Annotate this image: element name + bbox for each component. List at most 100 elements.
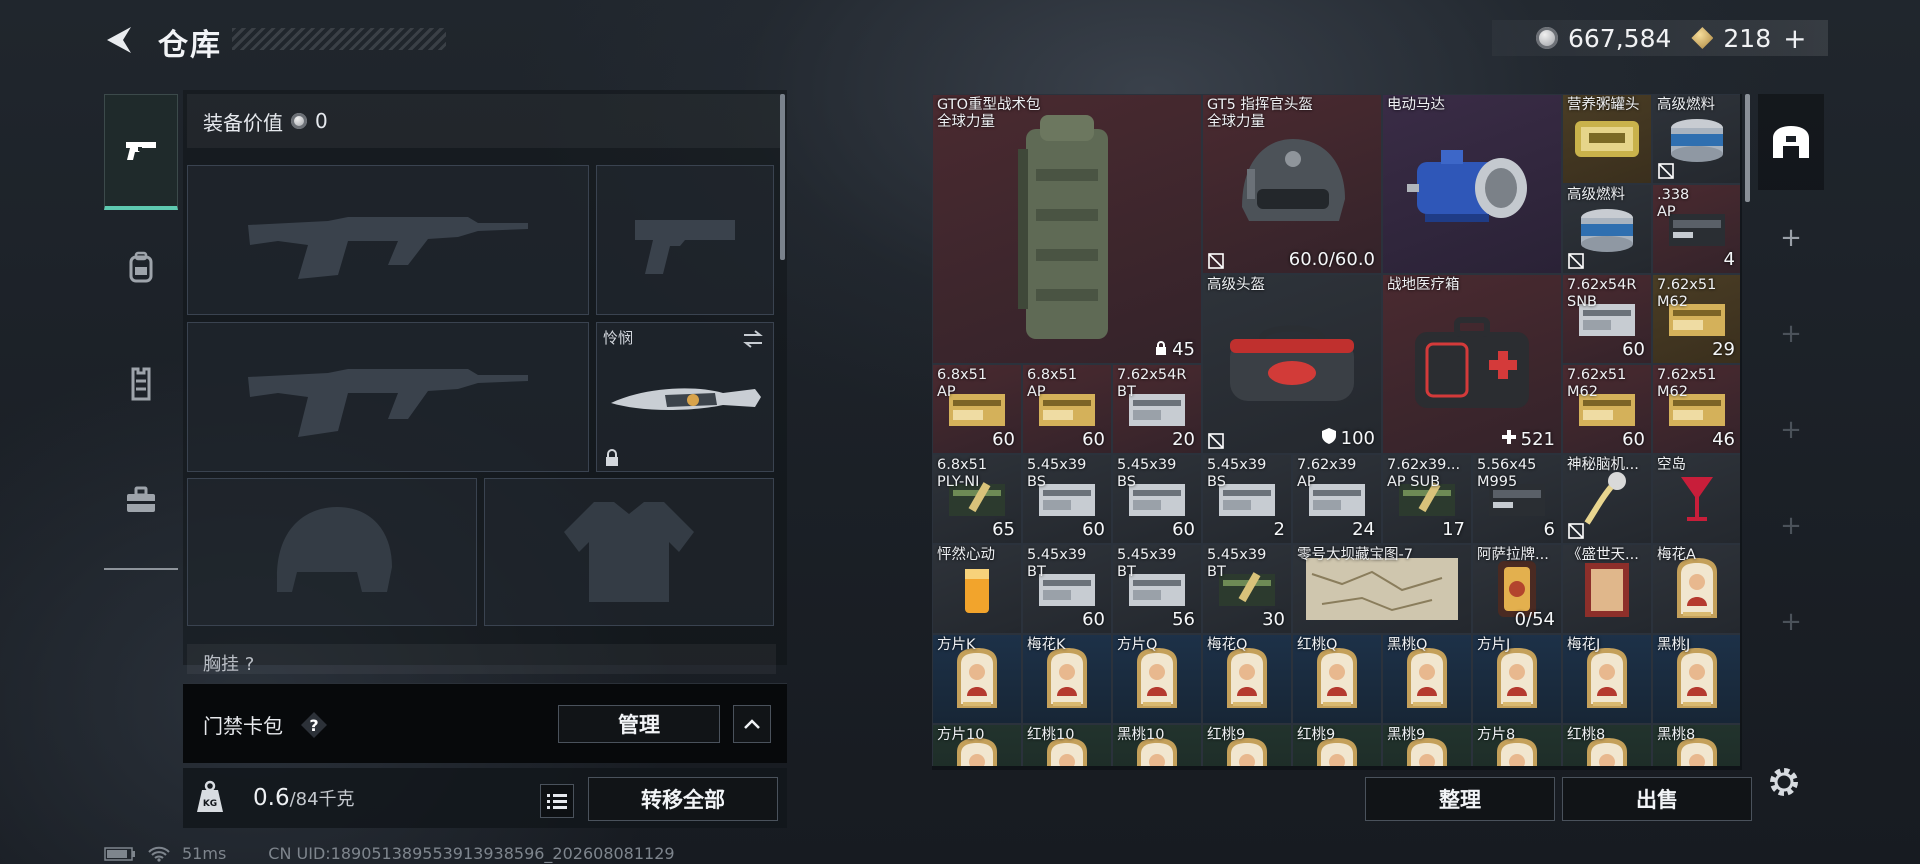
not-sellable-icon (1658, 163, 1674, 179)
add-storage-tab-button[interactable]: + (1758, 574, 1824, 670)
inventory-item[interactable]: 6.8x51 AP 60 (1022, 364, 1112, 454)
inventory-item[interactable]: 营养粥罐头 (1562, 94, 1652, 184)
inventory-item[interactable]: 高级头盔 100 (1202, 274, 1382, 454)
secondary-weapon-slot[interactable] (187, 322, 589, 472)
inventory-item[interactable]: 红桃9 (1202, 724, 1292, 766)
vest-tab[interactable] (104, 326, 178, 442)
inventory-item[interactable]: 黑桃8 (1652, 724, 1740, 766)
inventory-item[interactable]: 6.8x51 PLY-NI 65 (932, 454, 1022, 544)
inventory-item[interactable]: 梅花K (1022, 634, 1112, 724)
inventory-item[interactable]: 方片J (1472, 634, 1562, 724)
inventory-item[interactable]: 电动马达 (1382, 94, 1562, 274)
inventory-item[interactable]: 空岛 (1652, 454, 1740, 544)
inventory-item[interactable]: 方片K (932, 634, 1022, 724)
add-currency-button[interactable]: + (1783, 22, 1806, 55)
inventory-item[interactable]: GT5 指挥官头盔 全球力量 60.0/60.0 (1202, 94, 1382, 274)
inventory-item[interactable]: 《盛世天... (1562, 544, 1652, 634)
inventory-item[interactable]: 5.45x39 BS 60 (1112, 454, 1202, 544)
armor-slot[interactable] (484, 478, 774, 626)
item-name: 方片K (937, 637, 976, 653)
inventory-scrollbar[interactable] (1745, 94, 1750, 202)
item-name: 红桃10 (1027, 727, 1075, 743)
add-storage-tab-button[interactable]: + (1758, 286, 1824, 382)
inventory-item[interactable]: 高级燃料 (1652, 94, 1740, 184)
inventory-item[interactable]: 零号大坝藏宝图-7 (1292, 544, 1472, 634)
inventory-item[interactable]: 5.45x39 BS 2 (1202, 454, 1292, 544)
helmet-slot[interactable] (187, 478, 477, 626)
help-button[interactable]: ? (300, 711, 328, 739)
inventory-item[interactable]: 方片Q (1112, 634, 1202, 724)
gear-tab[interactable] (104, 210, 178, 326)
inventory-item[interactable]: 红桃9 (1292, 724, 1382, 766)
inventory-item[interactable]: 5.45x39 BS 60 (1022, 454, 1112, 544)
manage-button[interactable]: 管理 (558, 705, 720, 743)
inventory-item[interactable]: 7.62x51 M62 29 (1652, 274, 1740, 364)
sidearm-slot[interactable] (596, 165, 774, 315)
inventory-item[interactable]: 7.62x54R SNB 60 (1562, 274, 1652, 364)
inventory-item[interactable]: 5.56x45 M995 6 (1472, 454, 1562, 544)
inventory-item[interactable]: .338 AP 4 (1652, 184, 1740, 274)
collapse-button[interactable] (733, 705, 771, 743)
inventory-item[interactable]: 方片10 (932, 724, 1022, 766)
storage-tab-main[interactable] (1758, 94, 1824, 190)
inventory-item[interactable]: GTO重型战术包 全球力量 45 (932, 94, 1202, 364)
item-name: 5.56x45 M995 (1477, 457, 1537, 490)
inventory-item[interactable]: 高级燃料 (1562, 184, 1652, 274)
transfer-all-button[interactable]: 转移全部 (588, 777, 778, 821)
inventory-item[interactable]: 7.62x39... AP SUB 17 (1382, 454, 1472, 544)
inventory-item[interactable]: 黑桃10 (1112, 724, 1202, 766)
inventory-item[interactable]: 5.45x39 BT 56 (1112, 544, 1202, 634)
page-title: 仓库 (158, 28, 222, 63)
inventory-item[interactable]: 红桃10 (1022, 724, 1112, 766)
inventory-item[interactable]: 5.45x39 BT 30 (1202, 544, 1292, 634)
inventory-item[interactable]: 神秘脑机... (1562, 454, 1652, 544)
item-name: 梅花A (1657, 547, 1696, 563)
pistol-icon (126, 141, 156, 160)
inventory-item[interactable]: 6.8x51 AP 60 (932, 364, 1022, 454)
melee-slot[interactable]: 怜悯 (596, 322, 774, 472)
inventory-item[interactable]: 7.62x51 M62 46 (1652, 364, 1740, 454)
inventory-item[interactable]: 5.45x39 BT 60 (1022, 544, 1112, 634)
equipment-scrollbar[interactable] (780, 94, 785, 260)
inventory-item[interactable]: 梅花J (1562, 634, 1652, 724)
inventory-item[interactable]: 黑桃Q (1382, 634, 1472, 724)
back-button[interactable] (100, 22, 136, 58)
inventory-item[interactable]: 方片8 (1472, 724, 1562, 766)
inventory-item[interactable]: 梅花A (1652, 544, 1740, 634)
uid-readout: CN UID:189051389553913938596_20260808112… (268, 844, 675, 863)
gear-icon[interactable] (1766, 764, 1802, 800)
sell-button[interactable]: 出售 (1562, 777, 1752, 821)
item-name: 黑桃8 (1657, 727, 1696, 743)
add-storage-tab-button[interactable]: + (1758, 190, 1824, 286)
inventory-item[interactable]: 怦然心动 (932, 544, 1022, 634)
inventory-item[interactable]: 红桃Q (1292, 634, 1382, 724)
inventory-item[interactable]: 黑桃9 (1382, 724, 1472, 766)
status-bar: 51ms CN UID:189051389553913938596_202608… (104, 844, 675, 863)
rifle-silhouette-icon (248, 369, 528, 437)
sort-button[interactable]: 整理 (1365, 777, 1555, 821)
item-name: 5.45x39 BS (1027, 457, 1087, 490)
inventory-item[interactable]: 梅花Q (1202, 634, 1292, 724)
inventory-item[interactable]: 7.62x54R BT 20 (1112, 364, 1202, 454)
add-storage-tab-button[interactable]: + (1758, 382, 1824, 478)
add-storage-tab-button[interactable]: + (1758, 478, 1824, 574)
item-count: 60.0/60.0 (1288, 249, 1375, 270)
inventory-item[interactable]: 7.62x39 AP 24 (1292, 454, 1382, 544)
item-count: 2 (1273, 519, 1285, 540)
inventory-item[interactable]: 战地医疗箱 521 (1382, 274, 1562, 454)
inventory-item[interactable]: 7.62x51 M62 60 (1562, 364, 1652, 454)
toolbox-tab[interactable] (104, 442, 178, 558)
item-name: 方片8 (1477, 727, 1516, 743)
item-count: 17 (1442, 519, 1465, 540)
item-name: 方片Q (1117, 637, 1158, 653)
item-name: 红桃9 (1297, 727, 1336, 743)
primary-weapon-slot[interactable] (187, 165, 589, 315)
weight-capacity: /84千克 (289, 789, 355, 810)
item-name: 7.62x54R BT (1117, 367, 1187, 400)
inventory-item[interactable]: 阿萨拉牌... 0/54 (1472, 544, 1562, 634)
weapons-tab[interactable] (104, 94, 178, 210)
inventory-item[interactable]: 黑桃J (1652, 634, 1740, 724)
inventory-item[interactable]: 红桃8 (1562, 724, 1652, 766)
list-view-button[interactable] (540, 784, 574, 818)
chest-rig-slot[interactable]: 胸挂 ? (187, 644, 776, 674)
